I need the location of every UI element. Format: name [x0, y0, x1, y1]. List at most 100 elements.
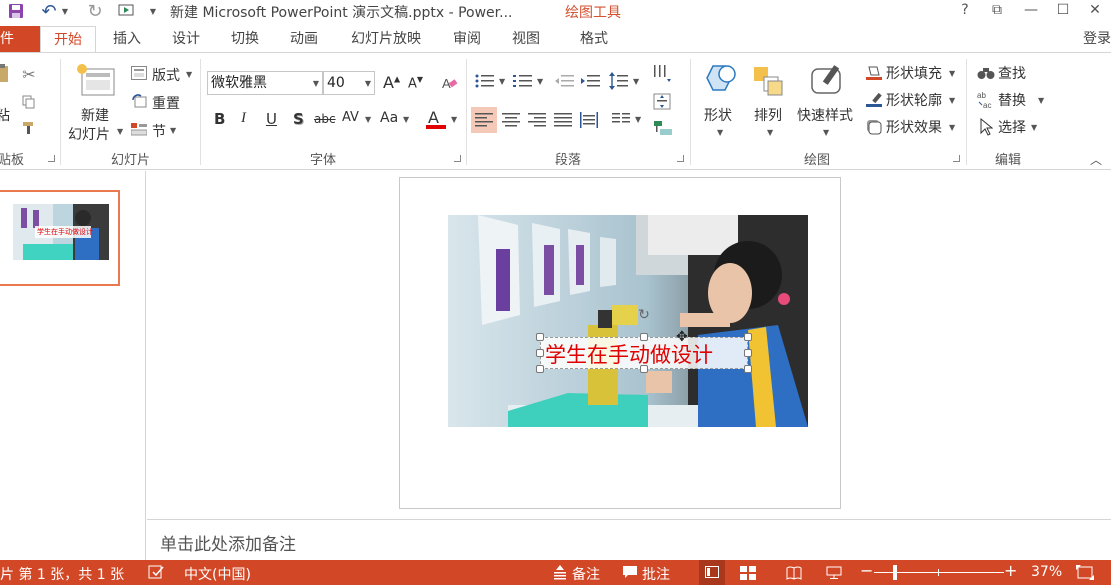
clear-formatting-icon[interactable]: A [440, 73, 460, 93]
paragraph-dialog-launcher[interactable] [677, 155, 684, 162]
current-slide[interactable]: 学生在手动做设计 ↻ ✥ [399, 177, 841, 509]
tab-slideshow[interactable]: 幻灯片放映 [346, 26, 426, 52]
font-size-dropdown-icon[interactable]: ▼ [365, 73, 371, 95]
notes-icon[interactable] [552, 565, 568, 580]
change-case-dropdown-icon[interactable]: ▼ [403, 115, 409, 124]
resize-handle[interactable] [536, 349, 544, 357]
notes-button[interactable]: 备注 [572, 564, 600, 584]
justify-icon[interactable] [552, 110, 574, 130]
zoom-in-button[interactable]: + [1004, 561, 1017, 580]
text-shadow-button[interactable]: S [293, 110, 304, 128]
new-slide-label[interactable]: 新建 [81, 105, 109, 125]
replace-button[interactable]: 替换 [998, 90, 1026, 110]
align-center-icon[interactable] [500, 110, 522, 130]
bold-button[interactable]: B [214, 110, 225, 128]
resize-handle[interactable] [536, 333, 544, 341]
layout-button[interactable]: 版式 [152, 65, 180, 85]
close-button[interactable]: ✕ [1080, 0, 1110, 20]
shapes-dropdown-icon[interactable]: ▼ [717, 128, 723, 137]
resize-handle[interactable] [744, 333, 752, 341]
columns-icon[interactable] [610, 110, 632, 130]
quick-styles-icon[interactable] [806, 61, 848, 101]
zoom-slider-thumb[interactable] [893, 565, 897, 580]
select-button[interactable]: 选择 [998, 117, 1026, 137]
shape-outline-dropdown-icon[interactable]: ▼ [949, 96, 955, 105]
resize-handle[interactable] [640, 333, 648, 341]
paste-label[interactable]: 粘 [0, 105, 10, 125]
resize-handle[interactable] [744, 349, 752, 357]
section-button[interactable]: 节 [152, 121, 166, 141]
text-direction-icon[interactable] [650, 63, 676, 85]
tab-design[interactable]: 设计 [169, 26, 203, 52]
quick-styles-label[interactable]: 快速样式 [797, 105, 853, 125]
paste-icon[interactable] [0, 63, 12, 85]
collapse-ribbon-icon[interactable]: ︿ [1090, 151, 1102, 168]
shapes-label[interactable]: 形状 [704, 105, 732, 125]
bullets-icon[interactable] [474, 71, 496, 91]
tab-view[interactable]: 视图 [509, 26, 543, 52]
tab-home[interactable]: 开始 [40, 26, 96, 53]
ribbon-display-options-button[interactable]: ⧉ [982, 0, 1012, 20]
tab-file[interactable]: 件 [0, 26, 40, 52]
shapes-icon[interactable] [698, 61, 740, 101]
help-button[interactable]: ? [950, 0, 980, 20]
tab-animations[interactable]: 动画 [287, 26, 321, 52]
font-color-button[interactable]: A [426, 108, 446, 130]
character-spacing-dropdown-icon[interactable]: ▼ [365, 115, 371, 124]
shape-fill-button[interactable]: 形状填充 [886, 63, 942, 83]
new-slide-label-2[interactable]: 幻灯片 [68, 124, 110, 144]
undo-icon[interactable]: ↶ [38, 1, 60, 22]
font-size-box[interactable]: 40 ▼ [323, 71, 375, 95]
minimize-button[interactable]: — [1016, 0, 1046, 20]
rotate-handle-icon[interactable]: ↻ [636, 307, 652, 323]
drawing-dialog-launcher[interactable] [953, 155, 960, 162]
section-dropdown-icon[interactable]: ▼ [170, 126, 176, 135]
spell-check-icon[interactable] [148, 565, 164, 580]
increase-indent-icon[interactable] [580, 71, 602, 91]
find-icon[interactable] [976, 63, 996, 83]
comments-icon[interactable] [622, 565, 638, 580]
resize-handle[interactable] [744, 365, 752, 373]
shape-effects-icon[interactable] [864, 117, 884, 137]
copy-icon[interactable] [20, 93, 38, 111]
character-spacing-button[interactable]: AV [342, 110, 359, 125]
slide-sorter-icon[interactable] [740, 566, 756, 580]
line-spacing-dropdown-icon[interactable]: ▼ [633, 77, 639, 86]
shape-outline-button[interactable]: 形状轮廓 [886, 90, 942, 110]
align-right-icon[interactable] [526, 110, 548, 130]
new-slide-dropdown-icon[interactable]: ▼ [117, 127, 123, 136]
layout-icon[interactable] [130, 65, 148, 81]
align-text-icon[interactable] [650, 91, 676, 113]
maximize-button[interactable]: ☐ [1048, 0, 1078, 20]
start-slideshow-icon[interactable] [116, 1, 138, 21]
replace-icon[interactable]: ab ac [976, 89, 996, 111]
slide-thumbnail-image[interactable]: 学生在手动做设计 [13, 204, 109, 260]
layout-dropdown-icon[interactable]: ▼ [186, 70, 192, 79]
resize-handle[interactable] [536, 365, 544, 373]
notes-placeholder[interactable]: 单击此处添加备注 [160, 530, 296, 555]
fit-to-window-icon[interactable] [1076, 565, 1094, 580]
distributed-icon[interactable] [578, 110, 600, 130]
normal-view-button[interactable] [699, 560, 725, 585]
replace-dropdown-icon[interactable]: ▼ [1038, 96, 1044, 105]
select-dropdown-icon[interactable]: ▼ [1031, 123, 1037, 132]
language-indicator[interactable]: 中文(中国) [184, 564, 251, 584]
numbering-dropdown-icon[interactable]: ▼ [537, 77, 543, 86]
quick-styles-dropdown-icon[interactable]: ▼ [823, 128, 829, 137]
notes-pane[interactable]: 单击此处添加备注 [147, 519, 1111, 560]
shape-effects-dropdown-icon[interactable]: ▼ [949, 123, 955, 132]
clipboard-dialog-launcher[interactable] [48, 155, 55, 162]
resize-handle[interactable] [640, 365, 648, 373]
arrange-icon[interactable] [748, 61, 790, 101]
section-icon[interactable] [130, 121, 148, 137]
bullets-dropdown-icon[interactable]: ▼ [499, 77, 505, 86]
zoom-level[interactable]: 37% [1031, 564, 1062, 580]
underline-button[interactable]: U [266, 110, 277, 128]
font-name-dropdown-icon[interactable]: ▼ [313, 73, 319, 95]
grow-font-button[interactable]: A▲ [383, 73, 400, 92]
redo-icon[interactable]: ↻ [84, 1, 106, 22]
comments-button[interactable]: 批注 [642, 564, 670, 584]
line-spacing-icon[interactable] [608, 71, 630, 91]
sign-in-link[interactable]: 登录 [1080, 26, 1111, 52]
tab-format[interactable]: 格式 [576, 26, 612, 52]
